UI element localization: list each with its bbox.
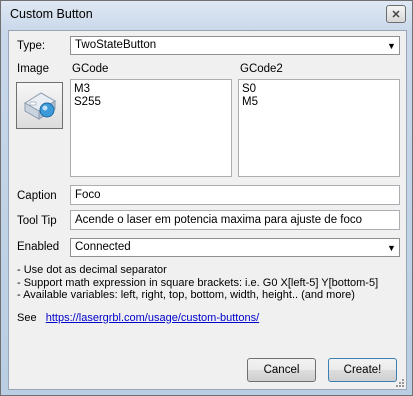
enabled-label: Enabled — [17, 241, 60, 253]
close-icon: ✕ — [391, 8, 401, 21]
type-select[interactable]: TwoStateButton ▼ — [70, 36, 400, 55]
custom-buttons-link[interactable]: https://lasergrbl.com/usage/custom-butto… — [46, 312, 259, 324]
caption-input[interactable]: Foco — [70, 185, 400, 205]
gcode2-label: GCode2 — [240, 63, 283, 75]
gcode-textarea[interactable]: M3 S255 — [70, 79, 232, 177]
title-bar[interactable]: Custom Button ✕ — [1, 1, 412, 29]
custom-button-dialog: Custom Button ✕ Type: TwoStateButton ▼ I… — [0, 0, 413, 396]
window-title: Custom Button — [10, 7, 93, 21]
type-select-value: TwoStateButton — [75, 39, 157, 51]
type-label: Type: — [17, 40, 46, 52]
chevron-down-icon: ▼ — [387, 40, 396, 51]
cancel-button-label: Cancel — [263, 364, 300, 376]
tooltip-label: Tool Tip — [17, 215, 57, 227]
help-text: - Use dot as decimal separator - Support… — [17, 264, 378, 324]
gcode-line: S255 — [74, 96, 101, 108]
tooltip-input-value: Acende o laser em potencia maxima para a… — [75, 214, 363, 226]
gcode2-line: M5 — [242, 96, 258, 108]
close-button[interactable]: ✕ — [386, 5, 406, 23]
create-button-label: Create! — [343, 364, 382, 376]
gcode-line: M3 — [74, 83, 90, 95]
gcode2-textarea[interactable]: S0 M5 — [238, 79, 400, 177]
help-line: - Available variables: left, right, top,… — [17, 289, 355, 301]
help-see-row: See https://lasergrbl.com/usage/custom-b… — [17, 312, 378, 325]
see-label: See — [17, 311, 37, 324]
gcode-label: GCode — [72, 63, 109, 75]
caption-input-value: Foco — [75, 189, 101, 201]
image-label: Image — [17, 63, 49, 75]
caption-label: Caption — [17, 190, 57, 202]
create-button[interactable]: Create! — [328, 358, 397, 382]
enabled-select[interactable]: Connected ▼ — [70, 238, 400, 257]
dialog-body: Type: TwoStateButton ▼ Image GCode GCode… — [8, 30, 407, 390]
help-line: - Support math expression in square brac… — [17, 276, 379, 289]
cancel-button[interactable]: Cancel — [247, 358, 316, 382]
enabled-select-value: Connected — [75, 241, 131, 253]
help-line: - Use dot as decimal separator — [17, 264, 167, 276]
resize-grip-icon[interactable] — [395, 378, 405, 388]
gcode2-line: S0 — [242, 83, 257, 95]
tooltip-input[interactable]: Acende o laser em potencia maxima para a… — [70, 210, 400, 230]
laser-button-icon — [23, 91, 56, 120]
chevron-down-icon: ▼ — [387, 242, 396, 253]
image-button[interactable] — [16, 82, 63, 129]
